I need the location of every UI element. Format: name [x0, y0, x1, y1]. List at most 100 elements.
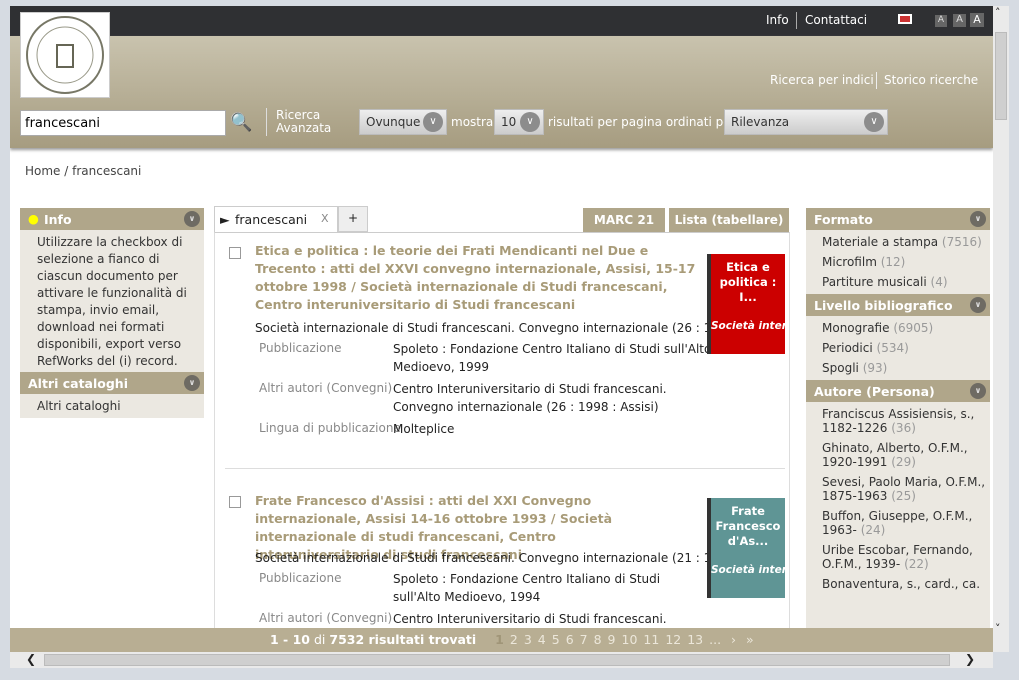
scroll-down-icon[interactable]: ˅	[995, 622, 1001, 635]
language-label: Lingua di pubblicazione	[259, 421, 401, 435]
last-page-icon[interactable]: »	[746, 632, 754, 647]
facet-count: (24)	[860, 523, 886, 537]
page-link[interactable]: 3	[524, 632, 532, 647]
divider	[876, 72, 877, 89]
page-link[interactable]: 11	[643, 632, 659, 647]
contact-link[interactable]: Contattaci	[805, 13, 867, 27]
collapse-icon[interactable]: ∨	[184, 211, 200, 227]
facet-item[interactable]: Uribe Escobar, Fernando, O.F.M., 1939- (…	[806, 540, 990, 574]
facet-count: (534)	[876, 341, 909, 355]
collapse-icon[interactable]: ∨	[970, 383, 986, 399]
result-title-link[interactable]: Etica e politica : le teorie dei Frati M…	[255, 242, 700, 314]
page-link[interactable]: 13	[687, 632, 703, 647]
result-checkbox[interactable]	[229, 247, 241, 259]
book-cover[interactable]: Etica e politica : I... Società internazi…	[707, 254, 785, 354]
facet-item[interactable]: Buffon, Giuseppe, O.F.M., 1963- (24)	[806, 506, 990, 540]
facet-header[interactable]: Autore (Persona) ∨	[806, 380, 990, 402]
page-link[interactable]: 8	[594, 632, 602, 647]
divider	[796, 12, 797, 29]
result-author[interactable]: Società internazionale di Studi francesc…	[255, 319, 725, 337]
other-catalogs-link[interactable]: Altri cataloghi	[37, 399, 121, 413]
results-list: Etica e politica : le teorie dei Frati M…	[214, 232, 790, 632]
facet-item[interactable]: Monografie (6905)	[806, 318, 990, 338]
breadcrumb-current: francescani	[72, 164, 142, 178]
facet-count: (7516)	[941, 235, 982, 249]
facet-title: Autore (Persona)	[814, 384, 935, 399]
other-catalogs-header[interactable]: Altri cataloghi ∨	[20, 372, 204, 394]
sort-select[interactable]: Rilevanza ∨	[724, 109, 888, 135]
page-link[interactable]: 12	[665, 632, 681, 647]
page-link[interactable]: 5	[552, 632, 560, 647]
result-item: Frate Francesco d'Assisi : atti del XXI …	[215, 483, 789, 631]
next-page-icon[interactable]: ›	[731, 632, 736, 647]
other-authors-label: Altri autori (Convegni)	[259, 381, 393, 395]
university-seal-logo[interactable]	[20, 12, 110, 98]
page-link[interactable]: 2	[510, 632, 518, 647]
vertical-scrollbar[interactable]: ˄ ˅	[993, 6, 1009, 652]
uk-flag-icon[interactable]	[898, 14, 912, 24]
advanced-line2: Avanzata	[276, 121, 332, 135]
facet-item[interactable]: Bonaventura, s., card., ca.	[806, 574, 990, 594]
publication-value: Spoleto : Fondazione Centro Italiano di …	[393, 572, 661, 604]
collapse-icon[interactable]: ∨	[970, 297, 986, 313]
facet-count: (36)	[891, 421, 916, 435]
info-link[interactable]: Info	[766, 13, 789, 27]
scroll-left-icon[interactable]: ❮	[26, 652, 36, 666]
page-link[interactable]: ...	[709, 632, 721, 647]
lightbulb-icon: ●	[28, 211, 39, 226]
page-link[interactable]: 10	[622, 632, 638, 647]
result-author[interactable]: Società internazionale di Studi francesc…	[255, 549, 725, 567]
collapse-icon[interactable]: ∨	[184, 375, 200, 391]
font-large-button[interactable]: A	[970, 13, 984, 27]
facet-title: Livello bibliografico	[814, 298, 953, 313]
info-panel-header[interactable]: ● Info ∨	[20, 208, 204, 230]
per-page-select[interactable]: 10 ∨	[494, 109, 544, 135]
facet-item[interactable]: Sevesi, Paolo Maria, O.F.M., 1875-1963 (…	[806, 472, 990, 506]
page-link[interactable]: 4	[538, 632, 546, 647]
search-input[interactable]	[20, 110, 226, 136]
facet-count: (25)	[891, 489, 916, 503]
top-bar: Info Contattaci A A A	[10, 6, 993, 36]
list-view-button[interactable]: Lista (tabellare)	[669, 208, 789, 232]
facet-item[interactable]: Materiale a stampa (7516)	[806, 232, 990, 252]
show-label: mostra	[451, 115, 494, 129]
index-search-link[interactable]: Ricerca per indici	[770, 73, 874, 87]
search-icon[interactable]: 🔍	[230, 112, 252, 133]
page-link[interactable]: 9	[608, 632, 616, 647]
facet-label: Periodici	[822, 341, 873, 355]
info-panel-body: Utilizzare la checkbox di selezione a fi…	[20, 230, 204, 374]
marc21-button[interactable]: MARC 21	[583, 208, 665, 232]
page-link[interactable]: 7	[580, 632, 588, 647]
result-checkbox[interactable]	[229, 496, 241, 508]
scrollbar-thumb[interactable]	[44, 654, 950, 666]
facet-label: Spogli	[822, 361, 859, 375]
advanced-search-link[interactable]: Ricerca Avanzata	[276, 109, 331, 135]
facet-count: (4)	[930, 275, 948, 289]
facet-item[interactable]: Periodici (534)	[806, 338, 990, 358]
book-cover[interactable]: Frate Francesco d'As... Società internazi…	[707, 498, 785, 598]
facet-header[interactable]: Formato ∨	[806, 208, 990, 230]
per-page-value: 10	[501, 115, 517, 129]
facet-item[interactable]: Microfilm (12)	[806, 252, 990, 272]
add-tab-button[interactable]: +	[338, 206, 368, 232]
facet-item[interactable]: Spogli (93)	[806, 358, 990, 378]
facet-header[interactable]: Livello bibliografico ∨	[806, 294, 990, 316]
facet-item[interactable]: Ghinato, Alberto, O.F.M., 1920-1991 (29)	[806, 438, 990, 472]
chevron-down-icon: ∨	[864, 112, 884, 132]
close-tab-button[interactable]: X	[321, 212, 329, 225]
scope-select[interactable]: Ovunque ∨	[359, 109, 447, 135]
facet-item[interactable]: Franciscus Assisiensis, s., 1182-1226 (3…	[806, 404, 990, 438]
horizontal-scrollbar[interactable]: ❮ ❯	[10, 652, 993, 668]
facet-item[interactable]: Partiture musicali (4)	[806, 272, 990, 292]
tab-francescani[interactable]: ► francescani X	[214, 206, 338, 232]
scrollbar-thumb[interactable]	[995, 32, 1007, 120]
font-small-button[interactable]: A	[935, 15, 947, 27]
other-authors-value[interactable]: Centro Interuniversitario di Studi franc…	[393, 380, 723, 416]
breadcrumb-home[interactable]: Home /	[25, 164, 68, 178]
page-link[interactable]: 6	[566, 632, 574, 647]
scroll-right-icon[interactable]: ❯	[965, 652, 975, 666]
font-medium-button[interactable]: A	[953, 14, 966, 27]
collapse-icon[interactable]: ∨	[970, 211, 986, 227]
search-history-link[interactable]: Storico ricerche	[884, 73, 978, 87]
scroll-up-icon[interactable]: ˄	[995, 6, 1001, 19]
